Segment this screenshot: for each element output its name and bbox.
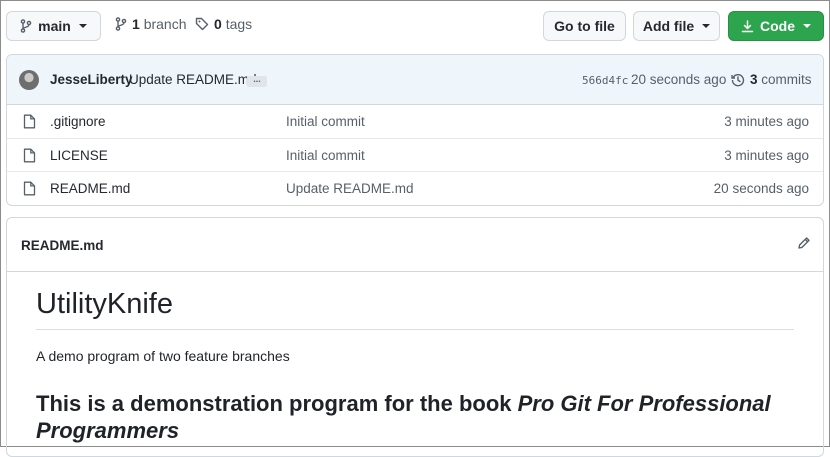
- add-file-button[interactable]: Add file: [633, 11, 720, 41]
- file-icon: [23, 114, 36, 129]
- branch-selector-button[interactable]: main: [6, 11, 101, 41]
- tag-count: 0: [214, 16, 222, 32]
- readme-filename: README.md: [21, 238, 104, 253]
- file-commit-message[interactable]: Update README.md: [286, 181, 414, 196]
- file-name[interactable]: LICENSE: [50, 148, 108, 163]
- branches-link[interactable]: 1 branch: [115, 16, 187, 32]
- git-branch-icon: [115, 17, 127, 31]
- tag-word: tags: [225, 16, 253, 32]
- avatar[interactable]: [19, 70, 39, 90]
- file-name[interactable]: .gitignore: [50, 114, 106, 129]
- file-commit-message[interactable]: Initial commit: [286, 148, 365, 163]
- download-icon: [741, 19, 754, 32]
- file-age: 3 minutes ago: [724, 114, 809, 129]
- commit-author[interactable]: JesseLiberty: [50, 72, 133, 87]
- readme-heading: UtilityKnife: [36, 288, 173, 320]
- chevron-down-icon: [78, 24, 87, 28]
- commit-time: 20 seconds ago: [631, 72, 727, 87]
- heading-divider: [36, 329, 794, 330]
- tags-link[interactable]: 0 tags: [195, 16, 252, 32]
- file-row: LICENSE Initial commit 3 minutes ago: [7, 139, 823, 172]
- readme-header: README.md: [7, 218, 823, 272]
- pencil-icon[interactable]: [797, 236, 811, 250]
- expand-commit-button[interactable]: ...: [247, 75, 267, 87]
- commits-link[interactable]: 3 commits: [731, 72, 812, 87]
- go-to-file-button[interactable]: Go to file: [543, 11, 626, 41]
- file-icon: [23, 181, 36, 196]
- file-commit-message[interactable]: Initial commit: [286, 114, 365, 129]
- branch-name: main: [38, 18, 71, 34]
- readme-panel: README.md UtilityKnife A demo program of…: [6, 217, 824, 457]
- subheading-text: This is a demonstration program for the …: [36, 391, 518, 416]
- commit-sha[interactable]: 566d4fc: [582, 74, 628, 87]
- file-listing: JesseLiberty Update README.md ... 566d4f…: [6, 54, 824, 206]
- repo-toolbar: main 1 branch 0 tags Go to file Add file…: [1, 1, 829, 51]
- readme-description: A demo program of two feature branches: [36, 348, 290, 364]
- file-age: 20 seconds ago: [713, 181, 809, 196]
- git-branch-icon: [20, 19, 32, 33]
- latest-commit-bar: JesseLiberty Update README.md ... 566d4f…: [7, 55, 823, 105]
- file-row: README.md Update README.md 20 seconds ag…: [7, 172, 823, 205]
- branch-count: 1: [132, 16, 140, 32]
- branch-word: branch: [143, 16, 187, 32]
- file-row: .gitignore Initial commit 3 minutes ago: [7, 105, 823, 139]
- file-age: 3 minutes ago: [724, 147, 809, 163]
- code-label: Code: [760, 18, 795, 34]
- commit-count-word: commits: [761, 72, 812, 87]
- history-icon: [731, 73, 745, 86]
- add-file-label: Add file: [642, 18, 695, 34]
- file-name[interactable]: README.md: [50, 181, 130, 196]
- code-button[interactable]: Code: [728, 11, 824, 41]
- go-to-file-label: Go to file: [554, 18, 615, 34]
- chevron-down-icon: [702, 24, 711, 28]
- tag-icon: [195, 17, 209, 31]
- file-icon: [23, 148, 36, 162]
- commit-message[interactable]: Update README.md: [129, 72, 257, 87]
- commit-count: 3: [750, 72, 758, 87]
- readme-subheading: This is a demonstration program for the …: [36, 390, 796, 444]
- chevron-down-icon: [803, 24, 811, 28]
